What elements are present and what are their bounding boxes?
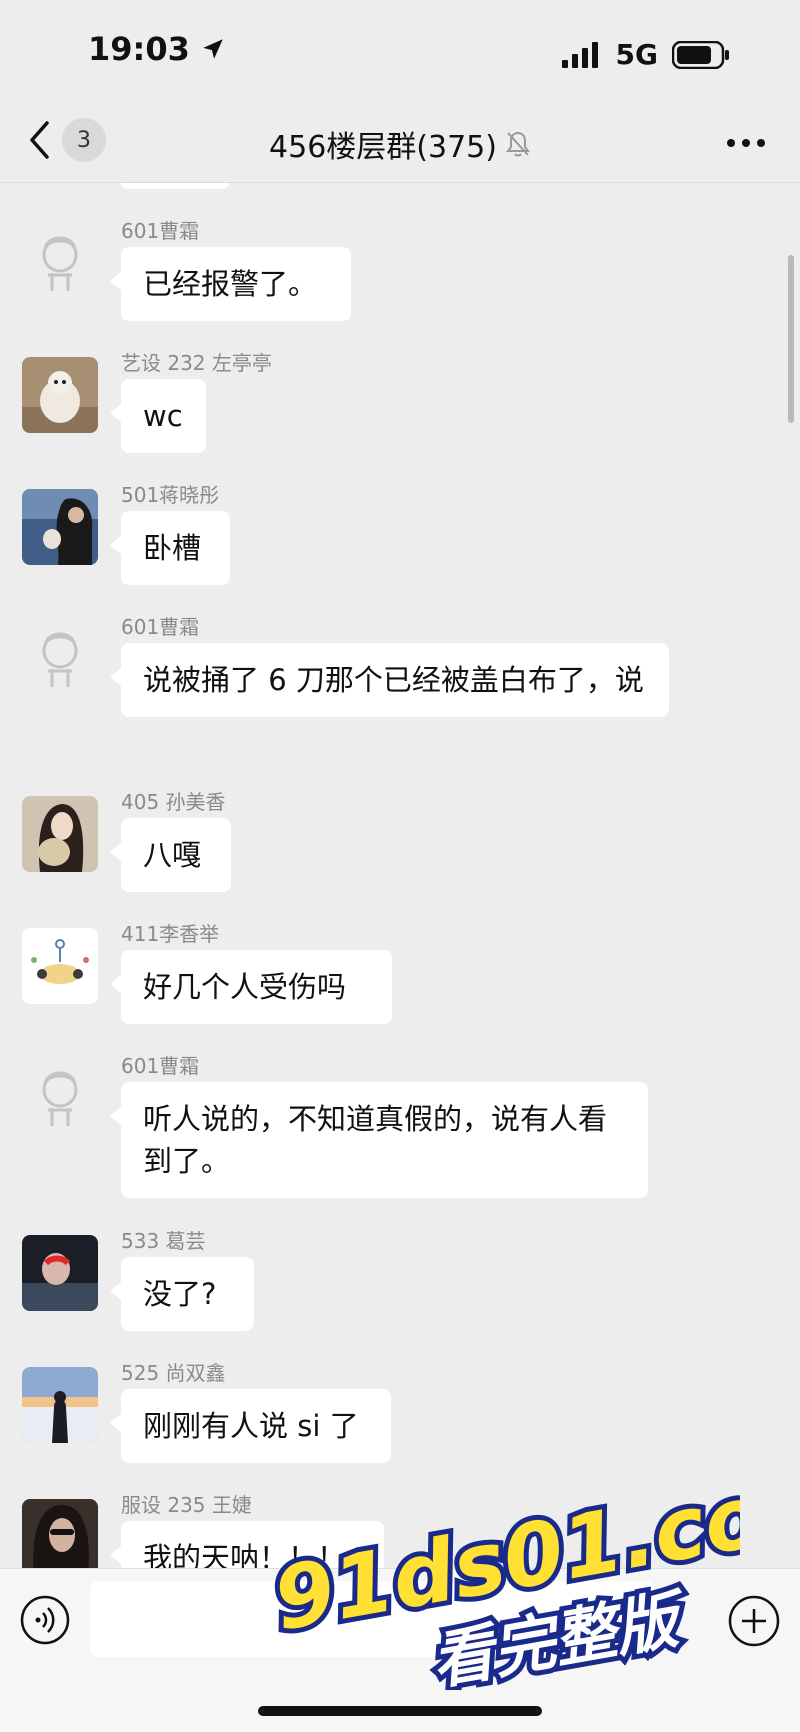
sender-name: 服设 235 王婕 <box>121 1493 252 1517</box>
default-avatar-icon <box>22 225 98 301</box>
avatar[interactable] <box>22 1367 98 1443</box>
home-indicator <box>258 1706 542 1716</box>
avatar[interactable] <box>22 1499 98 1568</box>
avatar[interactable] <box>22 621 98 697</box>
time-text: 19:03 <box>88 30 190 68</box>
message-bubble[interactable]: 听人说的，不知道真假的，说有人看到了。 <box>110 1082 648 1198</box>
scrollbar[interactable] <box>788 255 794 423</box>
portrait-photo-icon <box>22 1499 98 1568</box>
girl-red-light-photo-icon <box>22 1235 98 1311</box>
sunset-photo-icon <box>22 1367 98 1443</box>
chat-title: 456楼层群(375) <box>269 130 497 165</box>
message-text: 听人说的，不知道真假的，说有人看到了。 <box>143 1102 608 1178</box>
message-bubble[interactable]: 八嘎 <box>110 818 231 892</box>
cartoon-avatar-icon <box>22 928 98 1004</box>
chat-screen: 19:03 5G 3 456楼层群(375) 601曹霜 已经报警了。 艺设 2… <box>0 0 800 1732</box>
sender-name: 601曹霜 <box>121 1054 200 1078</box>
message-bubble[interactable]: 卧槽 <box>110 511 230 585</box>
message-text: 卧槽 <box>143 531 202 565</box>
status-indicators: 5G <box>561 38 730 71</box>
sender-name: 525 尚双鑫 <box>121 1361 226 1385</box>
network-type: 5G <box>615 38 658 71</box>
avatar[interactable] <box>22 1060 98 1136</box>
avatar[interactable] <box>22 796 98 872</box>
message-bubble[interactable]: 没了? <box>110 1257 254 1331</box>
message-list[interactable]: 601曹霜 已经报警了。 艺设 232 左亭亭 wc 501蒋晓彤 卧槽 601… <box>0 183 800 1568</box>
more-options-icon[interactable] <box>726 138 766 148</box>
message-text: 没了? <box>143 1277 217 1311</box>
sender-name: 601曹霜 <box>121 615 200 639</box>
sender-name: 411李香举 <box>121 922 220 946</box>
sender-name: 405 孙美香 <box>121 790 226 814</box>
mute-bell-icon <box>505 131 530 157</box>
location-arrow-icon <box>203 39 223 59</box>
message-text: 我的天呐！！！ <box>143 1541 347 1568</box>
avatar[interactable] <box>22 928 98 1004</box>
sender-name: 533 葛芸 <box>121 1229 206 1253</box>
message-bubble[interactable]: 我的天呐！！！ <box>110 1521 384 1568</box>
message-bubble[interactable]: 已经报警了。 <box>110 247 351 321</box>
girl-sea-photo-icon <box>22 489 98 565</box>
status-bar: 19:03 5G <box>0 0 800 100</box>
sender-name: 艺设 232 左亭亭 <box>121 351 272 375</box>
message-input[interactable] <box>90 1581 654 1657</box>
message-text: 已经报警了。 <box>143 267 318 301</box>
message-text: 好几个人受伤吗 <box>143 970 347 1004</box>
girl-cat-photo-icon <box>22 796 98 872</box>
dog-photo-icon <box>22 357 98 433</box>
message-bubble[interactable]: 说被捅了 6 刀那个已经被盖白布了，说 <box>110 643 669 717</box>
battery-icon <box>672 40 729 69</box>
status-time: 19:03 <box>88 30 226 68</box>
chat-title-area: 456楼层群(375) <box>0 122 800 166</box>
default-avatar-icon <box>22 1060 98 1136</box>
message-text: wc <box>143 399 183 433</box>
message-text: 说被捅了 6 刀那个已经被盖白布了，说 <box>143 663 644 697</box>
message-bubble[interactable]: 好几个人受伤吗 <box>110 950 392 1024</box>
avatar[interactable] <box>22 357 98 433</box>
message-bubble[interactable]: wc <box>110 379 206 453</box>
avatar[interactable] <box>22 225 98 301</box>
chat-header: 3 456楼层群(375) <box>0 100 800 183</box>
sender-name: 601曹霜 <box>121 219 200 243</box>
sender-name: 501蒋晓彤 <box>121 483 220 507</box>
message-text: 八嘎 <box>143 838 202 872</box>
avatar[interactable] <box>22 1235 98 1311</box>
signal-icon <box>561 41 598 68</box>
avatar[interactable] <box>22 489 98 565</box>
plus-icon[interactable] <box>728 1595 780 1647</box>
previous-message-bubble <box>120 183 230 189</box>
default-avatar-icon <box>22 621 98 697</box>
voice-input-icon[interactable] <box>20 1595 70 1645</box>
message-bubble[interactable]: 刚刚有人说 si 了 <box>110 1389 391 1463</box>
message-text: 刚刚有人说 si 了 <box>143 1409 359 1443</box>
